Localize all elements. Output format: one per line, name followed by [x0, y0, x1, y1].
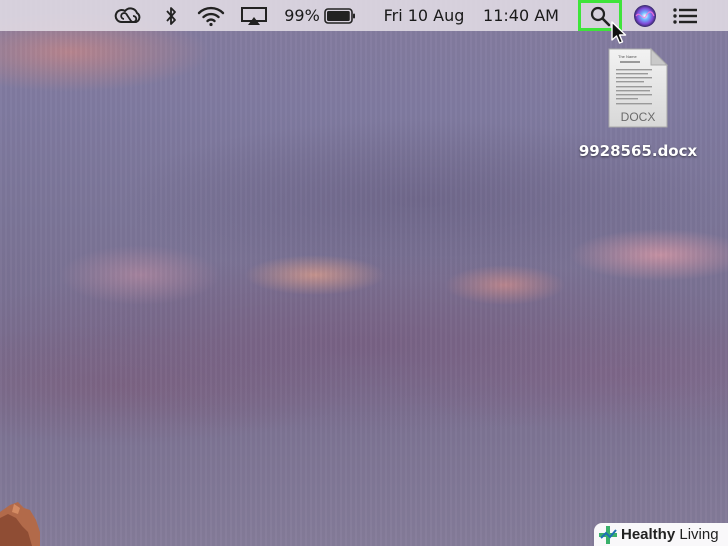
rock-formation	[0, 502, 40, 546]
spotlight-search-icon	[590, 6, 611, 26]
menu-time[interactable]: 11:40 AM	[478, 0, 564, 31]
battery-percent: 99%	[282, 0, 322, 31]
wifi-icon[interactable]	[194, 0, 228, 31]
watermark-text: Healthy Living	[621, 526, 719, 543]
watermark-word-1: Healthy	[621, 526, 676, 543]
watermark-word-2: Living	[679, 526, 719, 543]
siri-icon[interactable]	[630, 0, 660, 31]
airplay-icon[interactable]	[238, 0, 270, 31]
date-text: Fri 10 Aug	[383, 6, 465, 25]
bluetooth-icon[interactable]	[160, 0, 182, 31]
battery-level-fill	[327, 10, 350, 21]
menu-date[interactable]: Fri 10 Aug	[376, 0, 472, 31]
mouse-cursor-icon	[611, 21, 627, 44]
desktop[interactable]: 99% Fri 10 Aug 11:40 AM DOCX The Name 99…	[0, 0, 728, 546]
time-text: 11:40 AM	[483, 6, 559, 25]
notification-center-icon[interactable]	[668, 0, 702, 31]
creative-cloud-icon[interactable]	[112, 0, 144, 31]
file-type-label: DOCX	[621, 110, 656, 124]
battery-percent-text: 99%	[284, 6, 320, 25]
healthy-living-watermark: Healthy Living	[594, 523, 728, 546]
docx-file-icon[interactable]: DOCX The Name	[603, 47, 671, 131]
battery-icon[interactable]	[322, 0, 358, 31]
doc-thumbnail-title: The Name	[618, 54, 637, 59]
healthy-living-logo-icon	[599, 525, 617, 544]
file-name-label[interactable]: 9928565.docx	[560, 142, 716, 160]
